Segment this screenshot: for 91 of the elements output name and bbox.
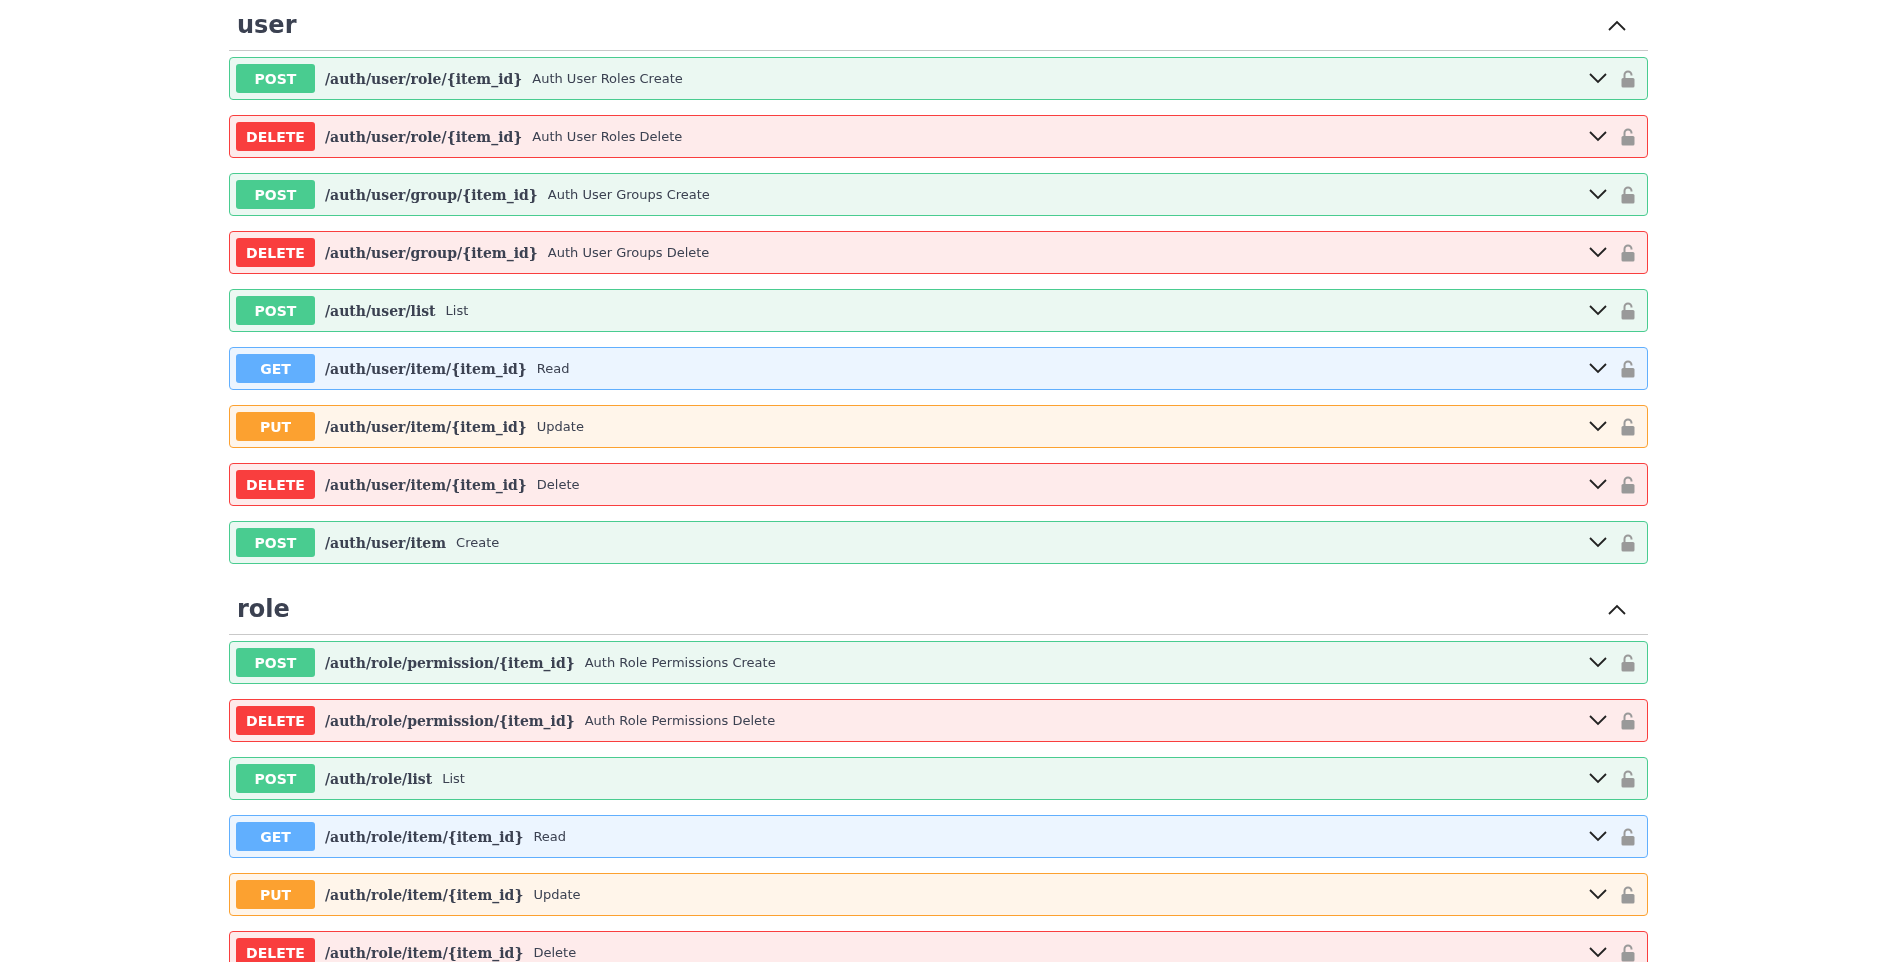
endpoint-summary: Auth User Groups Create [547, 187, 711, 202]
endpoint-path: /auth/role/list [325, 770, 433, 787]
method-label: DELETE [236, 938, 315, 962]
chevron-down-icon [1589, 773, 1607, 784]
padlock-icon[interactable] [1621, 885, 1635, 904]
operation-row[interactable]: DELETE /auth/role/permission/{item_id} Auth Role Permissions Delete [229, 699, 1648, 742]
endpoint-path: /auth/user/list [325, 302, 436, 319]
chevron-down-icon [1589, 831, 1607, 842]
endpoint-path: /auth/user/group/{item_id} [325, 186, 538, 203]
section-title: role [237, 595, 290, 623]
operation-row[interactable]: DELETE /auth/user/group/{item_id} Auth User Groups Delete [229, 231, 1648, 274]
endpoint-summary: Read [536, 361, 571, 376]
chevron-up-icon [1608, 603, 1626, 615]
method-label: PUT [236, 412, 315, 441]
endpoint-path: /auth/user/role/{item_id} [325, 128, 523, 145]
method-label: POST [236, 648, 315, 677]
endpoint-summary: Update [533, 887, 582, 902]
operation-row[interactable]: PUT /auth/user/item/{item_id} Update [229, 405, 1648, 448]
chevron-down-icon [1589, 189, 1607, 200]
chevron-down-icon [1589, 715, 1607, 726]
endpoint-summary: Auth User Roles Delete [532, 129, 684, 144]
padlock-icon[interactable] [1621, 69, 1635, 88]
endpoint-summary: Auth Role Permissions Create [584, 655, 777, 670]
endpoint-path: /auth/role/permission/{item_id} [325, 654, 575, 671]
operation-row[interactable]: GET /auth/user/item/{item_id} Read [229, 347, 1648, 390]
endpoint-summary: List [445, 303, 470, 318]
chevron-down-icon [1589, 247, 1607, 258]
endpoint-summary: Delete [536, 477, 581, 492]
endpoint-path: /auth/user/group/{item_id} [325, 244, 538, 261]
endpoint-path: /auth/user/item/{item_id} [325, 476, 527, 493]
endpoint-path: /auth/role/item/{item_id} [325, 828, 524, 845]
endpoint-path: /auth/user/item [325, 534, 447, 551]
padlock-icon[interactable] [1621, 653, 1635, 672]
section-title: user [237, 11, 297, 39]
method-label: GET [236, 354, 315, 383]
chevron-down-icon [1589, 421, 1607, 432]
method-label: DELETE [236, 122, 315, 151]
operation-row[interactable]: POST /auth/user/group/{item_id} Auth User Groups Create [229, 173, 1648, 216]
endpoint-summary: Read [533, 829, 568, 844]
endpoint-path: /auth/role/permission/{item_id} [325, 712, 575, 729]
padlock-icon[interactable] [1621, 417, 1635, 436]
chevron-down-icon [1589, 363, 1607, 374]
padlock-icon[interactable] [1621, 301, 1635, 320]
method-label: DELETE [236, 470, 315, 499]
padlock-icon[interactable] [1621, 769, 1635, 788]
chevron-down-icon [1589, 73, 1607, 84]
chevron-down-icon [1589, 657, 1607, 668]
padlock-icon[interactable] [1621, 827, 1635, 846]
operation-row[interactable]: PUT /auth/role/item/{item_id} Update [229, 873, 1648, 916]
endpoint-summary: List [442, 771, 466, 786]
operation-row[interactable]: DELETE /auth/user/role/{item_id} Auth User Roles Delete [229, 115, 1648, 158]
endpoint-path: /auth/user/item/{item_id} [325, 360, 527, 377]
endpoint-summary: Update [536, 419, 585, 434]
method-label: POST [236, 64, 315, 93]
operation-row[interactable]: DELETE /auth/user/item/{item_id} Delete [229, 463, 1648, 506]
operation-row[interactable]: DELETE /auth/role/item/{item_id} Delete [229, 931, 1648, 962]
operation-row[interactable]: POST /auth/role/permission/{item_id} Auth Role Permissions Create [229, 641, 1648, 684]
operation-row[interactable]: POST /auth/role/list List [229, 757, 1648, 800]
operation-row[interactable]: GET /auth/role/item/{item_id} Read [229, 815, 1648, 858]
method-label: GET [236, 822, 315, 851]
method-label: POST [236, 764, 315, 793]
method-label: POST [236, 528, 315, 557]
section-header[interactable]: user [229, 0, 1648, 51]
endpoint-summary: Delete [533, 945, 578, 960]
padlock-icon[interactable] [1621, 359, 1635, 378]
endpoint-path: /auth/user/role/{item_id} [325, 70, 523, 87]
chevron-down-icon [1589, 131, 1607, 142]
padlock-icon[interactable] [1621, 533, 1635, 552]
chevron-down-icon [1589, 889, 1607, 900]
chevron-down-icon [1589, 479, 1607, 490]
endpoint-summary: Create [456, 535, 501, 550]
method-label: PUT [236, 880, 315, 909]
operation-row[interactable]: POST /auth/user/list List [229, 289, 1648, 332]
operation-row[interactable]: POST /auth/user/role/{item_id} Auth User Roles Create [229, 57, 1648, 100]
endpoint-path: /auth/role/item/{item_id} [325, 944, 524, 961]
method-label: DELETE [236, 238, 315, 267]
method-label: POST [236, 296, 315, 325]
section-header[interactable]: role [229, 584, 1648, 635]
operation-row[interactable]: POST /auth/user/item Create [229, 521, 1648, 564]
method-label: DELETE [236, 706, 315, 735]
chevron-up-icon [1608, 19, 1626, 31]
padlock-icon[interactable] [1621, 185, 1635, 204]
endpoint-summary: Auth User Roles Create [532, 71, 684, 86]
endpoint-summary: Auth User Groups Delete [547, 245, 711, 260]
chevron-down-icon [1589, 537, 1607, 548]
endpoint-summary: Auth Role Permissions Delete [584, 713, 777, 728]
chevron-down-icon [1589, 947, 1607, 958]
method-label: POST [236, 180, 315, 209]
endpoint-path: /auth/user/item/{item_id} [325, 418, 527, 435]
chevron-down-icon [1589, 305, 1607, 316]
endpoint-path: /auth/role/item/{item_id} [325, 886, 524, 903]
